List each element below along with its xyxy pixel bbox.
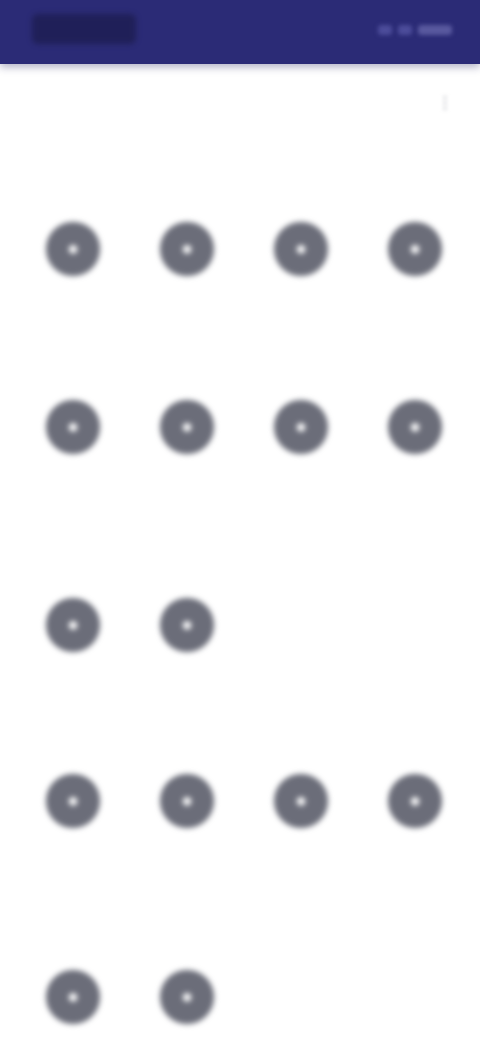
app-icon: ● (46, 970, 100, 1024)
wifi-icon (398, 25, 412, 35)
grid-item-label (365, 288, 465, 306)
grid-item-label (23, 840, 123, 858)
grid-item[interactable]: ● (16, 970, 130, 1054)
grid-item[interactable]: ● (244, 222, 358, 306)
app-icon: ● (46, 774, 100, 828)
status-indicators (368, 22, 452, 38)
grid-item-label (137, 466, 237, 484)
more-icon[interactable]: ⋮ (432, 90, 458, 116)
grid-item-label (365, 840, 465, 858)
section-grid: ● ● (16, 970, 472, 1054)
app-icon: ● (160, 222, 214, 276)
grid-item[interactable]: ● (130, 400, 244, 484)
grid-item[interactable]: ● (130, 970, 244, 1054)
page-title (190, 88, 290, 118)
grid-item[interactable]: ● (16, 598, 130, 682)
grid-item-label (23, 664, 123, 682)
app-icon: ● (160, 774, 214, 828)
grid-item[interactable]: ● (130, 598, 244, 682)
grid-item-label (137, 840, 237, 858)
grid-item[interactable]: ● (16, 774, 130, 858)
app-icon: ● (46, 400, 100, 454)
section-grid: ● ● ● ● (16, 222, 472, 306)
signal-icon (378, 25, 392, 35)
app-icon: ● (160, 598, 214, 652)
app-icon: ● (160, 400, 214, 454)
grid-item-label (137, 1036, 237, 1054)
app-icon: ● (274, 222, 328, 276)
grid-item-label (137, 288, 237, 306)
grid-item-label (137, 664, 237, 682)
app-icon: ● (274, 400, 328, 454)
battery-icon (418, 25, 452, 35)
grid-item[interactable]: ● (244, 774, 358, 858)
app-icon: ● (160, 970, 214, 1024)
grid-item[interactable]: ● (16, 400, 130, 484)
page-header: ⋮ (0, 64, 480, 142)
grid-item-label (23, 466, 123, 484)
status-bar (0, 0, 480, 64)
grid-item-label (251, 466, 351, 484)
grid-item-label (23, 288, 123, 306)
section-grid: ● ● (16, 598, 472, 682)
section-grid: ● ● ● ● (16, 774, 472, 858)
app-icon: ● (388, 222, 442, 276)
app-icon: ● (388, 774, 442, 828)
grid-item[interactable]: ● (358, 774, 472, 858)
app-icon: ● (46, 598, 100, 652)
app-icon: ● (388, 400, 442, 454)
grid-item[interactable]: ● (358, 400, 472, 484)
grid-item[interactable]: ● (130, 774, 244, 858)
grid-item[interactable]: ● (244, 400, 358, 484)
status-time (32, 14, 136, 44)
grid-item[interactable]: ● (358, 222, 472, 306)
grid-item-label (23, 1036, 123, 1054)
section-grid: ● ● ● ● (16, 400, 472, 484)
grid-item-label (251, 288, 351, 306)
grid-item-label (251, 840, 351, 858)
app-icon: ● (46, 222, 100, 276)
grid-item[interactable]: ● (16, 222, 130, 306)
app-icon: ● (274, 774, 328, 828)
grid-item-label (365, 466, 465, 484)
grid-item[interactable]: ● (130, 222, 244, 306)
